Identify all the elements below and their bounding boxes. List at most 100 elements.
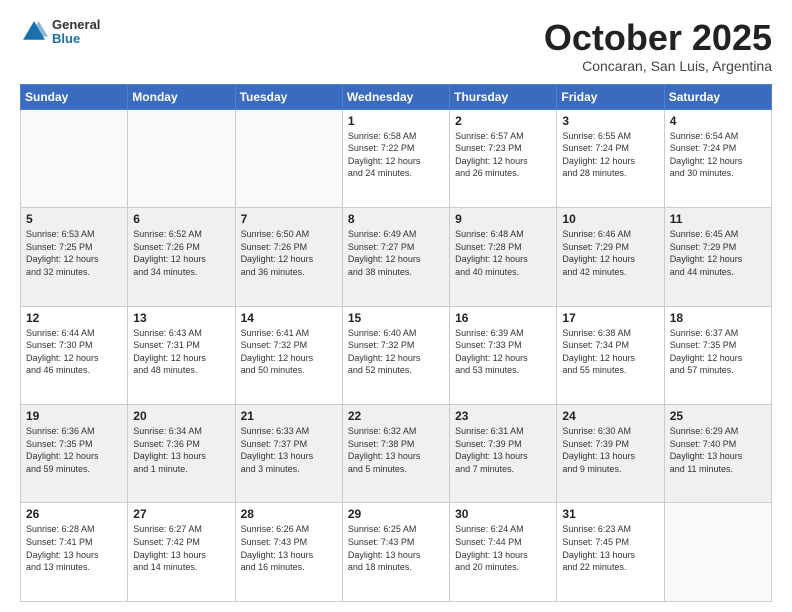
calendar-week-row: 26 Sunrise: 6:28 AM Sunset: 7:41 PM Dayli… [21,503,772,602]
day-info: Sunrise: 6:30 AM Sunset: 7:39 PM Dayligh… [562,425,658,475]
day-number: 23 [455,409,551,423]
logo-icon [20,18,48,46]
day-number: 12 [26,311,122,325]
table-row: 26 Sunrise: 6:28 AM Sunset: 7:41 PM Dayli… [21,503,128,602]
day-number: 9 [455,212,551,226]
day-info: Sunrise: 6:37 AM Sunset: 7:35 PM Dayligh… [670,327,766,377]
table-row: 22 Sunrise: 6:32 AM Sunset: 7:38 PM Dayli… [342,405,449,503]
table-row: 1 Sunrise: 6:58 AM Sunset: 7:22 PM Daylig… [342,109,449,207]
table-row: 11 Sunrise: 6:45 AM Sunset: 7:29 PM Dayli… [664,208,771,306]
day-info: Sunrise: 6:44 AM Sunset: 7:30 PM Dayligh… [26,327,122,377]
day-number: 28 [241,507,337,521]
day-number: 15 [348,311,444,325]
day-number: 22 [348,409,444,423]
day-number: 25 [670,409,766,423]
day-number: 11 [670,212,766,226]
col-thursday: Thursday [450,84,557,109]
table-row [128,109,235,207]
day-number: 6 [133,212,229,226]
day-info: Sunrise: 6:32 AM Sunset: 7:38 PM Dayligh… [348,425,444,475]
day-info: Sunrise: 6:46 AM Sunset: 7:29 PM Dayligh… [562,228,658,278]
table-row: 5Sunrise: 6:53 AM Sunset: 7:25 PM Daylig… [21,208,128,306]
day-info: Sunrise: 6:28 AM Sunset: 7:41 PM Dayligh… [26,523,122,573]
table-row: 28 Sunrise: 6:26 AM Sunset: 7:43 PM Dayli… [235,503,342,602]
table-row: 29Sunrise: 6:25 AM Sunset: 7:43 PM Dayli… [342,503,449,602]
day-info: Sunrise: 6:27 AM Sunset: 7:42 PM Dayligh… [133,523,229,573]
table-row: 15 Sunrise: 6:40 AM Sunset: 7:32 PM Dayli… [342,306,449,404]
day-info: Sunrise: 6:31 AM Sunset: 7:39 PM Dayligh… [455,425,551,475]
col-friday: Friday [557,84,664,109]
header: General Blue October 2025 Concaran, San … [20,18,772,74]
calendar-week-row: 12 Sunrise: 6:44 AM Sunset: 7:30 PM Dayli… [21,306,772,404]
table-row: 31 Sunrise: 6:23 AM Sunset: 7:45 PM Dayli… [557,503,664,602]
day-info: Sunrise: 6:45 AM Sunset: 7:29 PM Dayligh… [670,228,766,278]
table-row: 10 Sunrise: 6:46 AM Sunset: 7:29 PM Dayli… [557,208,664,306]
logo: General Blue [20,18,100,47]
day-number: 17 [562,311,658,325]
day-info: Sunrise: 6:39 AM Sunset: 7:33 PM Dayligh… [455,327,551,377]
day-number: 4 [670,114,766,128]
table-row: 9 Sunrise: 6:48 AM Sunset: 7:28 PM Daylig… [450,208,557,306]
day-info: Sunrise: 6:55 AM Sunset: 7:24 PM Dayligh… [562,130,658,180]
table-row: 20 Sunrise: 6:34 AM Sunset: 7:36 PM Dayli… [128,405,235,503]
page: General Blue October 2025 Concaran, San … [0,0,792,612]
day-number: 2 [455,114,551,128]
day-info: Sunrise: 6:52 AM Sunset: 7:26 PM Dayligh… [133,228,229,278]
table-row: 7 Sunrise: 6:50 AM Sunset: 7:26 PM Daylig… [235,208,342,306]
day-number: 16 [455,311,551,325]
table-row: 16 Sunrise: 6:39 AM Sunset: 7:33 PM Dayli… [450,306,557,404]
day-info: Sunrise: 6:23 AM Sunset: 7:45 PM Dayligh… [562,523,658,573]
day-info: Sunrise: 6:43 AM Sunset: 7:31 PM Dayligh… [133,327,229,377]
table-row: 30 Sunrise: 6:24 AM Sunset: 7:44 PM Dayli… [450,503,557,602]
day-number: 26 [26,507,122,521]
calendar-week-row: 5Sunrise: 6:53 AM Sunset: 7:25 PM Daylig… [21,208,772,306]
table-row: 14Sunrise: 6:41 AM Sunset: 7:32 PM Dayli… [235,306,342,404]
day-info: Sunrise: 6:33 AM Sunset: 7:37 PM Dayligh… [241,425,337,475]
day-number: 7 [241,212,337,226]
day-info: Sunrise: 6:34 AM Sunset: 7:36 PM Dayligh… [133,425,229,475]
day-number: 10 [562,212,658,226]
calendar-table: Sunday Monday Tuesday Wednesday Thursday… [20,84,772,602]
table-row: 19 Sunrise: 6:36 AM Sunset: 7:35 PM Dayli… [21,405,128,503]
day-info: Sunrise: 6:41 AM Sunset: 7:32 PM Dayligh… [241,327,337,377]
day-number: 3 [562,114,658,128]
col-monday: Monday [128,84,235,109]
day-info: Sunrise: 6:58 AM Sunset: 7:22 PM Dayligh… [348,130,444,180]
day-number: 24 [562,409,658,423]
day-info: Sunrise: 6:29 AM Sunset: 7:40 PM Dayligh… [670,425,766,475]
day-number: 30 [455,507,551,521]
table-row [21,109,128,207]
month-title: October 2025 [544,18,772,58]
table-row: 27 Sunrise: 6:27 AM Sunset: 7:42 PM Dayli… [128,503,235,602]
col-wednesday: Wednesday [342,84,449,109]
table-row [235,109,342,207]
table-row: 21Sunrise: 6:33 AM Sunset: 7:37 PM Dayli… [235,405,342,503]
calendar-week-row: 19 Sunrise: 6:36 AM Sunset: 7:35 PM Dayli… [21,405,772,503]
day-number: 5 [26,212,122,226]
day-number: 20 [133,409,229,423]
logo-blue-text: Blue [52,32,100,46]
day-info: Sunrise: 6:50 AM Sunset: 7:26 PM Dayligh… [241,228,337,278]
day-number: 31 [562,507,658,521]
table-row: 8Sunrise: 6:49 AM Sunset: 7:27 PM Daylig… [342,208,449,306]
day-number: 1 [348,114,444,128]
day-info: Sunrise: 6:24 AM Sunset: 7:44 PM Dayligh… [455,523,551,573]
col-tuesday: Tuesday [235,84,342,109]
table-row: 24 Sunrise: 6:30 AM Sunset: 7:39 PM Dayli… [557,405,664,503]
day-info: Sunrise: 6:38 AM Sunset: 7:34 PM Dayligh… [562,327,658,377]
day-number: 27 [133,507,229,521]
table-row: 17 Sunrise: 6:38 AM Sunset: 7:34 PM Dayli… [557,306,664,404]
location: Concaran, San Luis, Argentina [544,58,772,74]
calendar-week-row: 1 Sunrise: 6:58 AM Sunset: 7:22 PM Daylig… [21,109,772,207]
day-info: Sunrise: 6:48 AM Sunset: 7:28 PM Dayligh… [455,228,551,278]
table-row: 2Sunrise: 6:57 AM Sunset: 7:23 PM Daylig… [450,109,557,207]
day-number: 8 [348,212,444,226]
day-number: 13 [133,311,229,325]
table-row: 13 Sunrise: 6:43 AM Sunset: 7:31 PM Dayli… [128,306,235,404]
table-row: 25 Sunrise: 6:29 AM Sunset: 7:40 PM Dayli… [664,405,771,503]
day-info: Sunrise: 6:36 AM Sunset: 7:35 PM Dayligh… [26,425,122,475]
table-row: 3 Sunrise: 6:55 AM Sunset: 7:24 PM Daylig… [557,109,664,207]
day-info: Sunrise: 6:26 AM Sunset: 7:43 PM Dayligh… [241,523,337,573]
day-number: 19 [26,409,122,423]
day-info: Sunrise: 6:40 AM Sunset: 7:32 PM Dayligh… [348,327,444,377]
